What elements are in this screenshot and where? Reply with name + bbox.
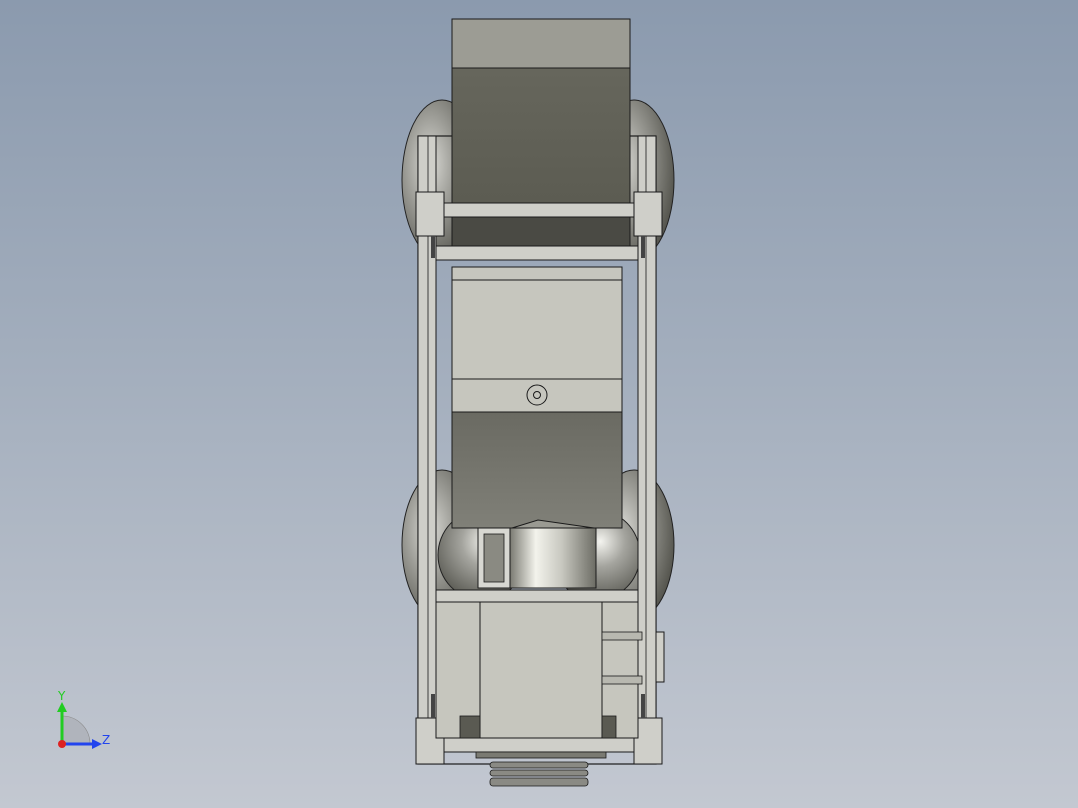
side-handle <box>655 631 665 683</box>
y-axis-label: Y <box>57 689 66 703</box>
triad-origin <box>58 740 66 748</box>
middle-housing-lower <box>451 411 623 529</box>
coordinate-triad: Y Z <box>57 689 110 749</box>
corner-block-tr <box>633 191 663 237</box>
frame-mid-crossbar <box>435 245 639 261</box>
pulley-groove-3 <box>489 777 589 787</box>
pulley <box>475 751 607 787</box>
pulley-groove-2 <box>489 769 589 777</box>
gearbox-main <box>479 601 603 739</box>
center-bolt-icon <box>526 384 548 406</box>
triad-quarter-circle <box>61 715 91 745</box>
drum-body <box>509 527 597 589</box>
lower-gearbox <box>435 601 665 739</box>
drum <box>477 519 597 589</box>
frame-bottom-crossbar <box>435 737 639 753</box>
z-axis-label: Z <box>102 733 110 747</box>
top-motor-cap <box>451 18 631 69</box>
middle-housing-top-rim <box>451 266 623 281</box>
frame-top-crossbar <box>435 202 639 218</box>
model-canvas[interactable]: Y Z <box>0 0 1078 808</box>
frame-lower-crossbar <box>435 589 639 603</box>
middle-housing-upper <box>451 279 623 380</box>
graphics-viewport[interactable]: Y Z <box>0 0 1078 808</box>
middle-housing <box>451 266 623 529</box>
top-motor-body <box>451 67 631 204</box>
corner-block-tl <box>415 191 445 237</box>
pulley-groove-1 <box>489 761 589 769</box>
